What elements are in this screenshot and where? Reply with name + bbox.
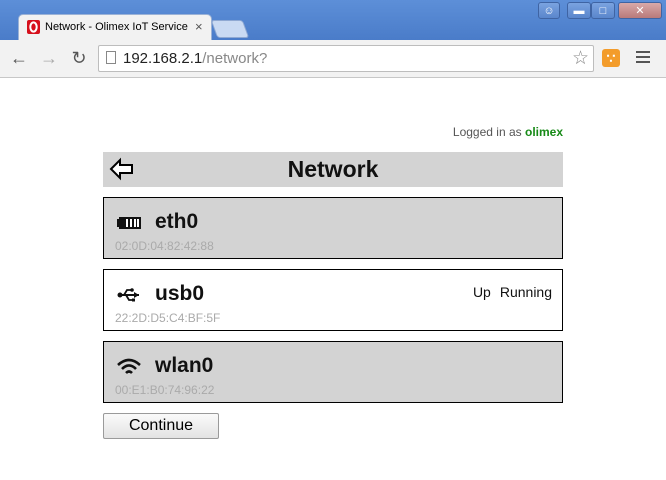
url-text: 192.168.2.1/network?: [123, 50, 267, 67]
interface-name: usb0: [155, 282, 205, 305]
browser-tab[interactable]: Network - Olimex IoT Service ×: [18, 14, 212, 40]
address-bar[interactable]: 192.168.2.1/network? ☆: [98, 45, 594, 72]
reload-icon[interactable]: ↻: [68, 47, 90, 69]
opera-favicon-icon: [27, 20, 40, 34]
interface-mac: 02:0D:04:82:42:88: [115, 239, 214, 253]
user-profile-icon[interactable]: ☺: [538, 2, 560, 19]
rss-icon[interactable]: ∵: [602, 49, 620, 67]
status-running: Running: [499, 284, 552, 300]
login-status: Logged in as olimex: [0, 125, 563, 139]
interface-row-eth0[interactable]: eth0 02:0D:04:82:42:88: [103, 197, 563, 259]
tab-title: Network - Olimex IoT Service: [45, 21, 188, 33]
bookmark-star-icon[interactable]: ☆: [572, 47, 589, 70]
menu-icon[interactable]: [636, 51, 650, 66]
close-window-button[interactable]: ✕: [618, 2, 662, 19]
interface-status: Up Running: [473, 284, 552, 300]
page-icon: [106, 51, 116, 64]
page-title: Network: [287, 156, 379, 182]
window-titlebar: Network - Olimex IoT Service × ☺ ▬ □ ✕: [0, 0, 666, 40]
status-up: Up: [472, 284, 491, 300]
interface-mac: 00:E1:B0:74:96:22: [115, 383, 215, 397]
interface-row-wlan0[interactable]: wlan0 00:E1:B0:74:96:22: [103, 341, 563, 403]
forward-icon[interactable]: →: [38, 47, 60, 69]
new-tab-button[interactable]: [210, 20, 250, 38]
back-icon[interactable]: ←: [8, 47, 30, 69]
page-header: Network: [103, 152, 563, 187]
ethernet-icon: [117, 217, 141, 229]
continue-button[interactable]: Continue: [103, 413, 219, 439]
usb-icon: [117, 288, 139, 302]
maximize-button[interactable]: □: [591, 2, 615, 19]
interface-name: eth0: [155, 210, 199, 233]
url-path: /network?: [202, 50, 268, 67]
interface-row-usb0[interactable]: usb0 Up Running 22:2D:D5:C4:BF:5F: [103, 269, 563, 331]
tab-close-icon[interactable]: ×: [195, 19, 203, 34]
wifi-icon: [117, 358, 141, 374]
url-host: 192.168.2.1: [123, 50, 203, 67]
login-prefix: Logged in as: [452, 125, 522, 139]
browser-toolbar: ← → ↻ 192.168.2.1/network? ☆ ∵: [0, 40, 666, 78]
username: olimex: [524, 125, 563, 139]
interface-mac: 22:2D:D5:C4:BF:5F: [115, 311, 221, 325]
minimize-button[interactable]: ▬: [567, 2, 591, 19]
interface-name: wlan0: [155, 354, 214, 377]
